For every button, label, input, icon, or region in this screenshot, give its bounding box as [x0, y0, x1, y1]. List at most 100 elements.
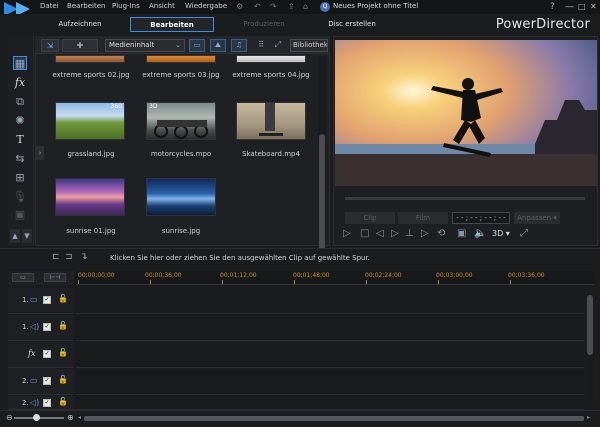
- lock-icon[interactable]: 🔓: [58, 294, 68, 303]
- previous-frame-icon[interactable]: ◁: [376, 228, 384, 239]
- stop-icon[interactable]: □: [360, 228, 369, 239]
- clip-mode-button[interactable]: Clip: [345, 212, 395, 224]
- track-lane-audio-1[interactable]: [76, 315, 584, 341]
- media-room-icon[interactable]: ▦: [13, 56, 27, 70]
- expand-view-icon[interactable]: ⤢: [271, 39, 285, 52]
- next-frame-icon[interactable]: ▷: [391, 228, 399, 239]
- minimize-button[interactable]: —: [565, 2, 574, 12]
- fx-room-icon[interactable]: fx: [13, 76, 27, 90]
- preview-scrubber[interactable]: [345, 197, 585, 200]
- play-icon[interactable]: ▷: [343, 228, 351, 239]
- voice-over-icon[interactable]: 🎙: [13, 190, 27, 204]
- filter-audio-icon[interactable]: ♫: [231, 39, 247, 52]
- filter-image-icon[interactable]: ⛰: [210, 39, 226, 52]
- undock-preview-icon[interactable]: ⤢: [520, 228, 528, 239]
- fit-dropdown[interactable]: Anpassen ▾: [514, 212, 560, 224]
- plugins-puzzle-icon[interactable]: ✚: [62, 39, 98, 52]
- menu-ansicht[interactable]: Ansicht: [149, 2, 175, 10]
- preview-video-frame: [335, 40, 597, 186]
- track-enable-checkbox[interactable]: ✓: [43, 377, 51, 385]
- upload-icon[interactable]: ⇪: [288, 2, 295, 11]
- track-enable-checkbox[interactable]: ✓: [43, 350, 51, 358]
- help-button[interactable]: ?: [550, 2, 555, 12]
- fill-icon[interactable]: ↴: [80, 252, 88, 262]
- tab-bearbeiten[interactable]: Bearbeiten: [130, 17, 214, 32]
- scroll-up-icon[interactable]: ▲: [10, 229, 20, 243]
- particle-room-icon[interactable]: ✺: [13, 114, 27, 128]
- media-filter-select[interactable]: Medieninhalt ⌄: [105, 39, 185, 52]
- timecode-display[interactable]: - - ; - - ; - - ; - -: [452, 212, 510, 224]
- menu-plugins[interactable]: Plug-Ins: [112, 2, 140, 10]
- trim-icon[interactable]: ⊐: [65, 252, 73, 262]
- menu-wiedergabe[interactable]: Wiedergabe: [185, 2, 227, 10]
- track-enable-checkbox[interactable]: ✓: [43, 296, 51, 304]
- track-lane-video-2[interactable]: [76, 369, 584, 395]
- tab-aufzeichnen[interactable]: Aufzeichnen: [38, 17, 122, 32]
- media-thumb-grassland[interactable]: 360: [55, 102, 125, 140]
- timeline-horizontal-scrollbar-thumb[interactable]: [84, 416, 584, 421]
- chapter-room-icon[interactable]: ▣: [13, 208, 27, 222]
- track-enable-checkbox[interactable]: ✓: [43, 399, 51, 407]
- tab-produzieren[interactable]: Produzieren: [222, 17, 306, 32]
- track-lane-audio-2[interactable]: [76, 396, 584, 410]
- track-manager-icon[interactable]: ▭: [12, 273, 34, 282]
- timeline-horizontal-scrollbar[interactable]: [84, 416, 584, 421]
- fit-timeline-icon[interactable]: ⊢⊣: [44, 273, 66, 282]
- pip-room-icon[interactable]: ⧉: [13, 95, 27, 109]
- skateboarder-preview-image: [335, 40, 597, 186]
- settings-gear-icon[interactable]: ⚙: [236, 2, 243, 11]
- lock-icon[interactable]: 🔓: [58, 375, 68, 384]
- tab-disc-erstellen[interactable]: Disc erstellen: [310, 17, 394, 32]
- loop-icon[interactable]: ⟲: [437, 228, 445, 239]
- film-mode-button[interactable]: Film: [398, 212, 448, 224]
- media-thumb[interactable]: [236, 55, 306, 63]
- badge-360: 360: [110, 103, 122, 110]
- volume-icon[interactable]: 🔈: [474, 228, 486, 239]
- undo-icon[interactable]: ↶: [254, 2, 261, 11]
- media-thumb[interactable]: [55, 55, 125, 63]
- 3d-mode-button[interactable]: 3D ▾: [492, 229, 510, 238]
- timeline-vertical-scrollbar-thumb[interactable]: [587, 295, 593, 355]
- collapse-panel-icon[interactable]: ›: [36, 146, 44, 160]
- audio-mixer-icon[interactable]: ⊞: [13, 171, 27, 185]
- title-room-icon[interactable]: T: [13, 133, 27, 147]
- transition-room-icon[interactable]: ⇆: [13, 152, 27, 166]
- library-category-select[interactable]: Bibliothek s: [290, 39, 328, 52]
- track-enable-checkbox[interactable]: ✓: [43, 323, 51, 331]
- media-thumb-sunrise-01[interactable]: [55, 178, 125, 216]
- grid-view-icon[interactable]: ⠿: [254, 39, 268, 52]
- snapshot-icon[interactable]: ▣: [457, 228, 466, 239]
- scroll-down-icon[interactable]: ▼: [22, 229, 32, 243]
- split-icon[interactable]: ⊥: [405, 228, 414, 239]
- track-lane-video-1[interactable]: [76, 288, 584, 314]
- filter-video-icon[interactable]: ▭: [189, 39, 205, 52]
- redo-icon[interactable]: ↷: [270, 2, 277, 11]
- track-lane-fx[interactable]: [76, 342, 584, 368]
- media-thumb[interactable]: [146, 55, 216, 63]
- zoom-out-icon[interactable]: ⊖: [6, 413, 13, 422]
- lock-icon[interactable]: 🔓: [58, 348, 68, 357]
- fast-forward-icon[interactable]: ▷: [421, 228, 429, 239]
- lock-icon[interactable]: 🔓: [58, 321, 68, 330]
- lock-icon[interactable]: 🔓: [58, 397, 68, 406]
- zoom-slider-handle[interactable]: [33, 414, 40, 421]
- share-icon[interactable]: ⌂: [303, 2, 308, 11]
- close-button[interactable]: ✕: [590, 2, 597, 11]
- menu-bearbeiten[interactable]: Bearbeiten: [67, 2, 105, 10]
- media-thumb-motorcycles[interactable]: 3D: [146, 102, 216, 140]
- maximize-button[interactable]: □: [578, 2, 586, 11]
- track-number: 2.: [22, 399, 29, 407]
- track-header-video-1: 1. ▭ ✓ 🔓: [8, 288, 74, 314]
- library-scrollbar[interactable]: [318, 56, 326, 254]
- scroll-left-icon[interactable]: ◂: [78, 414, 81, 421]
- scroll-right-icon[interactable]: ▸: [587, 414, 590, 421]
- zoom-in-icon[interactable]: ⊕: [67, 413, 74, 422]
- menu-datei[interactable]: Datei: [40, 2, 59, 10]
- media-thumb-sunrise[interactable]: [146, 178, 216, 216]
- library-scrollbar-thumb[interactable]: [319, 134, 325, 254]
- media-thumb-skateboard[interactable]: [236, 102, 306, 140]
- ripple-edit-icon[interactable]: ⊏: [52, 252, 60, 262]
- import-media-icon[interactable]: ⇲: [41, 39, 59, 52]
- timeline-vertical-scrollbar[interactable]: [586, 290, 594, 405]
- brand-title: PowerDirector: [495, 17, 590, 32]
